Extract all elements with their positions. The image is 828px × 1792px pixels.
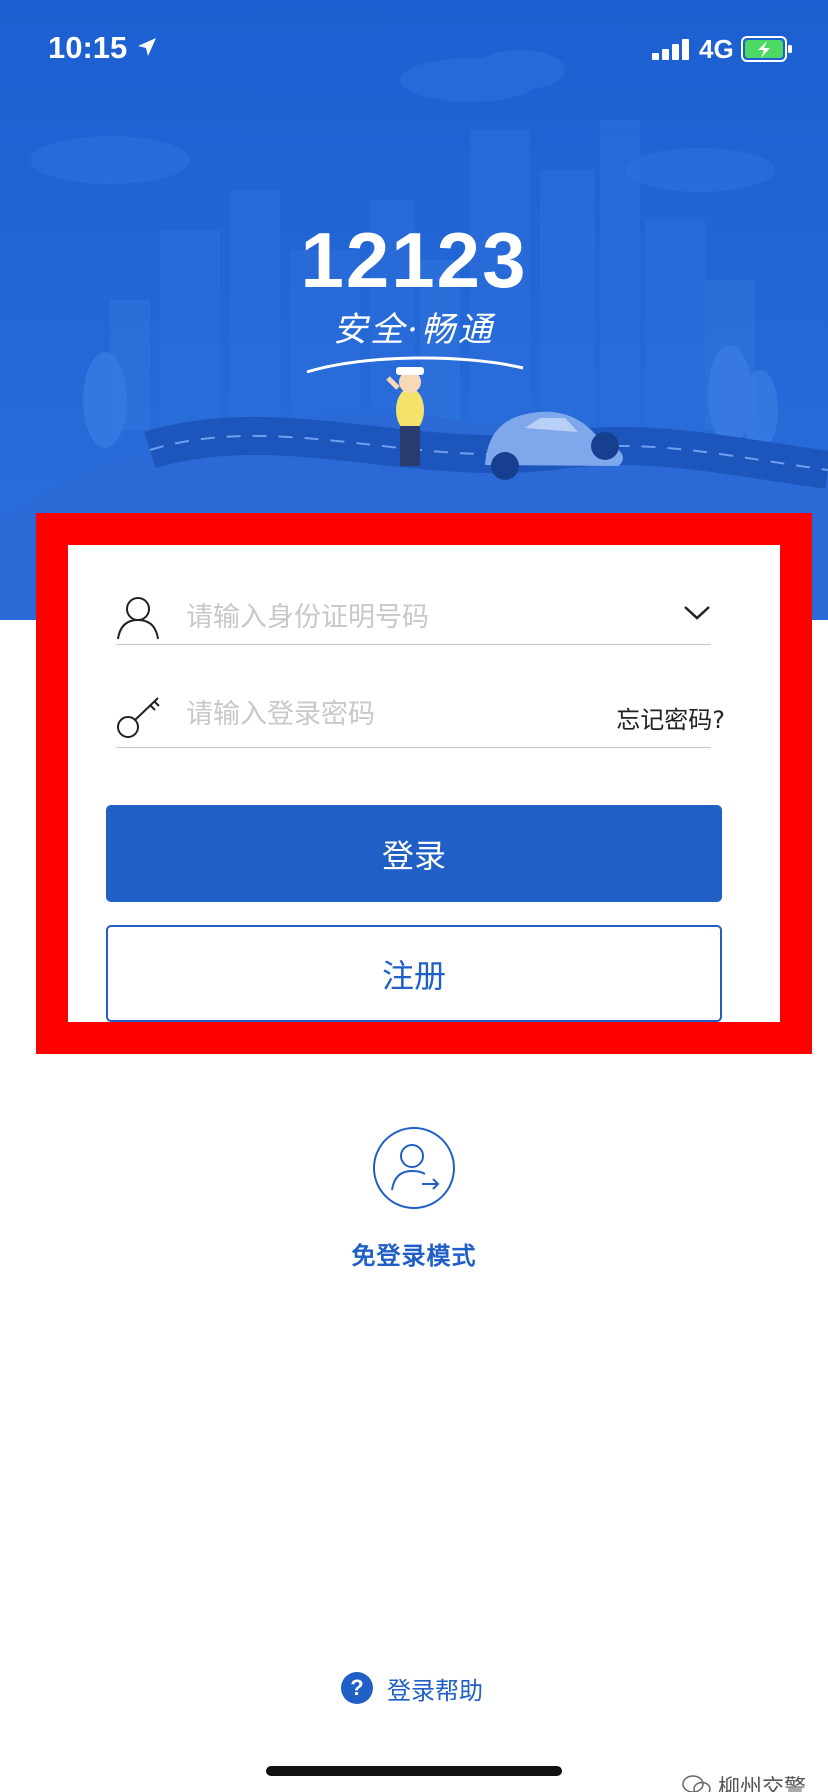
watermark-text: 柳州交警 [718, 1776, 807, 1792]
id-number-input[interactable] [186, 592, 606, 642]
cellular-signal-icon [652, 39, 689, 60]
forgot-password-link[interactable]: 忘记密码? [616, 700, 725, 735]
password-field: 忘记密码? [116, 648, 725, 748]
id-number-field [116, 545, 711, 645]
register-button[interactable]: 注册 [106, 925, 722, 1022]
watermark: 柳州交警 [682, 1770, 806, 1792]
guest-mode-button[interactable]: 免登录模式 [314, 1126, 514, 1276]
chevron-down-icon[interactable] [683, 605, 711, 621]
login-help-link[interactable]: ? 登录帮助 [341, 1670, 483, 1706]
logo-swoosh-decoration [306, 356, 524, 374]
login-button[interactable]: 登录 [106, 805, 722, 902]
location-arrow-icon [138, 38, 156, 56]
user-icon [117, 597, 159, 640]
status-time: 10:15 [48, 30, 128, 65]
password-input[interactable] [186, 689, 606, 739]
status-bar: 10:15 4G [0, 0, 828, 100]
wechat-icon [682, 1775, 711, 1792]
guest-mode-label: 免登录模式 [351, 1242, 477, 1270]
network-type: 4G [699, 34, 734, 64]
login-card: 忘记密码? 登录 注册 [68, 545, 780, 1022]
key-icon [117, 697, 160, 738]
app-slogan: 安全·畅通 [333, 310, 495, 350]
question-circle-icon: ? [341, 1672, 373, 1704]
app-logo-number: 12123 [300, 216, 528, 304]
guest-user-icon [373, 1127, 455, 1209]
home-indicator[interactable] [266, 1766, 562, 1776]
login-help-label: 登录帮助 [387, 1676, 483, 1705]
battery-charging-icon [741, 36, 792, 62]
